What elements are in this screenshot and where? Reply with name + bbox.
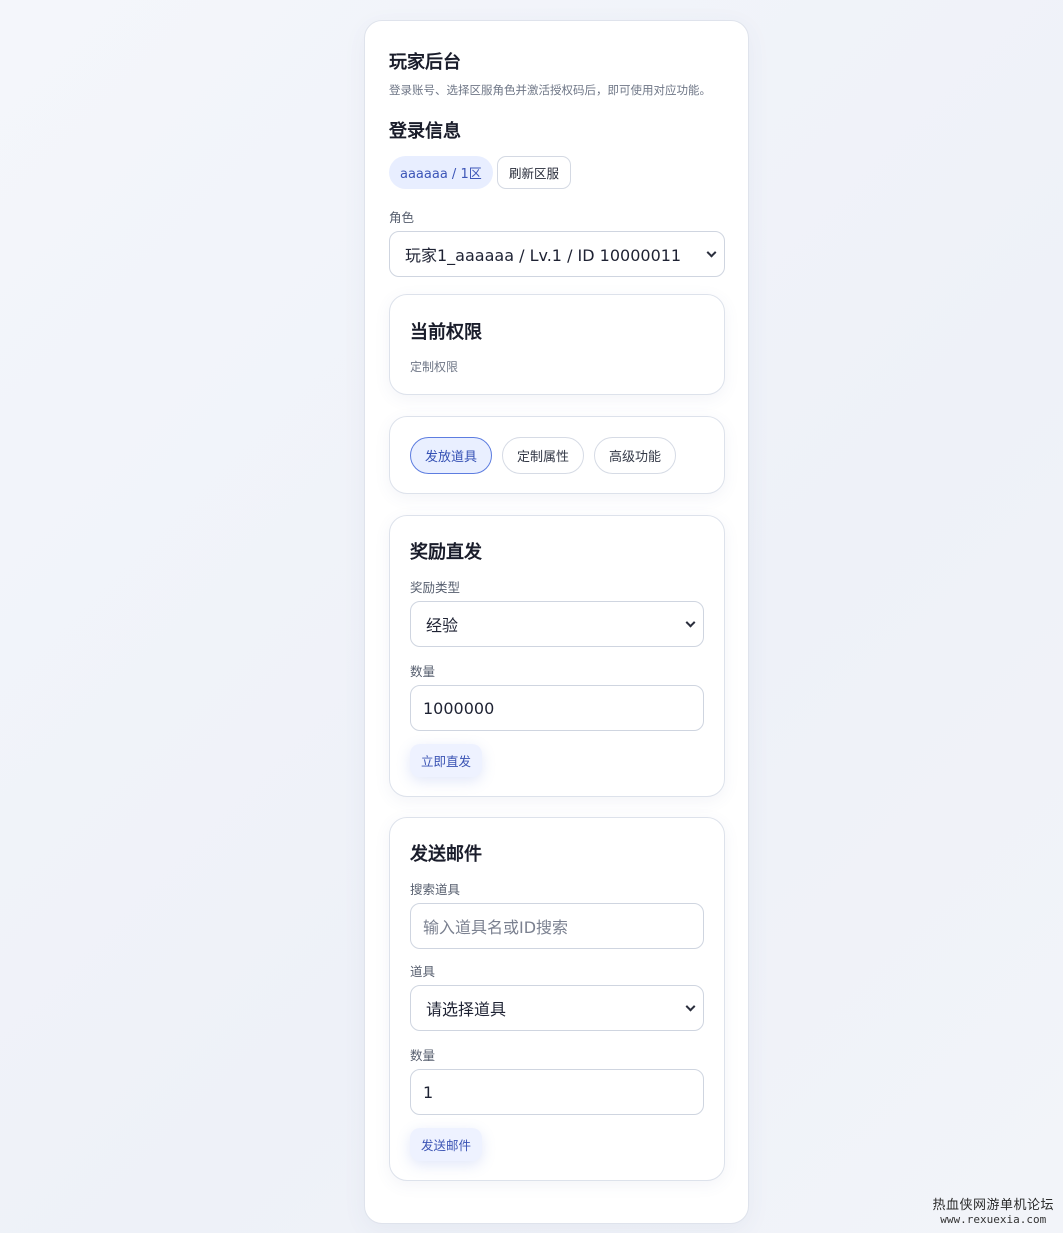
page-title: 玩家后台	[389, 52, 461, 73]
item-select[interactable]: 请选择道具	[410, 985, 704, 1031]
permission-panel: 当前权限 定制权限	[389, 294, 725, 395]
reward-type-label: 奖励类型	[410, 580, 461, 595]
mail-panel: 发送邮件 搜索道具 输入道具名或ID搜索 道具 请选择道具 数量 1 发送邮件	[389, 817, 725, 1181]
page-subtitle: 登录账号、选择区服角色并激活授权码后，即可使用对应功能。	[389, 83, 711, 97]
role-select-value: 玩家1_aaaaaa / Lv.1 / ID 10000011	[405, 246, 682, 265]
reward-panel: 奖励直发 奖励类型 经验 数量 1000000 立即直发	[389, 515, 725, 797]
item-select-value: 请选择道具	[426, 1000, 507, 1019]
chevron-down-icon	[685, 617, 696, 628]
tab-advanced-features[interactable]: 高级功能	[594, 437, 677, 474]
send-mail-button[interactable]: 发送邮件	[410, 1128, 483, 1161]
admin-card: 玩家后台 登录账号、选择区服角色并激活授权码后，即可使用对应功能。 登录信息 a…	[364, 20, 749, 1224]
reward-type-value: 经验	[426, 616, 459, 635]
role-select[interactable]: 玩家1_aaaaaa / Lv.1 / ID 10000011	[389, 231, 725, 277]
mail-amount-label: 数量	[410, 1048, 436, 1063]
reward-amount-input[interactable]: 1000000	[410, 685, 704, 731]
permission-value: 定制权限	[410, 360, 459, 374]
refresh-server-button[interactable]: 刷新区服	[497, 156, 572, 189]
reward-type-select[interactable]: 经验	[410, 601, 704, 647]
tab-custom-attributes[interactable]: 定制属性	[502, 437, 585, 474]
reward-title: 奖励直发	[410, 542, 482, 563]
search-item-label: 搜索道具	[410, 882, 461, 897]
tab-bar: 发放道具 定制属性 高级功能	[389, 416, 725, 494]
mail-amount-input[interactable]: 1	[410, 1069, 704, 1115]
reward-amount-label: 数量	[410, 664, 436, 679]
mail-title: 发送邮件	[410, 844, 482, 865]
site-watermark: 热血侠网游单机论坛 www.rexuexia.com	[932, 1199, 1054, 1225]
account-chip: aaaaaa / 1区	[389, 156, 493, 189]
send-reward-button[interactable]: 立即直发	[410, 744, 483, 777]
chevron-down-icon	[685, 1001, 696, 1012]
chevron-down-icon	[706, 247, 717, 258]
search-item-input[interactable]: 输入道具名或ID搜索	[410, 903, 704, 949]
watermark-url: www.rexuexia.com	[940, 1213, 1047, 1226]
permission-title: 当前权限	[410, 322, 482, 343]
login-section-title: 登录信息	[389, 121, 461, 142]
item-label: 道具	[410, 964, 436, 979]
tab-issue-items[interactable]: 发放道具	[410, 437, 493, 474]
watermark-title: 热血侠网游单机论坛	[932, 1198, 1054, 1213]
role-label: 角色	[389, 210, 415, 225]
